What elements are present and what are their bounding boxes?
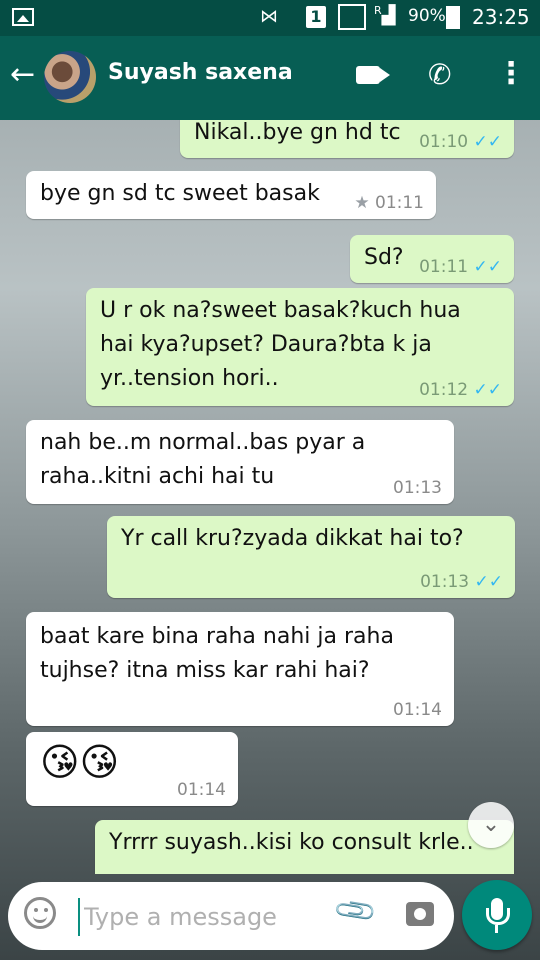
message-outgoing[interactable]: Yrrrr suyash..kisi ko consult krle..	[95, 820, 514, 874]
message-outgoing[interactable]: Nikal..bye gn hd tc 01:10 ✓✓	[180, 120, 514, 158]
mic-stem	[495, 925, 498, 933]
message-line: tujhse? itna miss kar rahi hai?	[40, 658, 370, 683]
chat-header: ← Suyash saxena ✆ ⋮	[0, 36, 540, 120]
voice-call-icon[interactable]: ✆	[428, 58, 451, 91]
message-time: 01:13	[420, 572, 470, 592]
message-outgoing[interactable]: Sd? 01:11 ✓✓	[350, 235, 514, 283]
message-text: bye gn sd tc sweet basak	[40, 181, 320, 206]
message-meta: 01:10 ✓✓	[419, 132, 502, 152]
message-time: 01:14	[393, 700, 442, 720]
message-text: Yrrrr suyash..kisi ko consult krle..	[109, 830, 474, 855]
message-time: 01:13	[393, 478, 442, 498]
chevron-down-icon: ⌄	[481, 812, 501, 837]
read-ticks-icon: ✓✓	[473, 132, 503, 152]
message-meta: 01:13	[393, 478, 442, 498]
message-outgoing[interactable]: U r ok na?sweet basak?kuch hua hai kya?u…	[86, 288, 514, 406]
signal-roaming-icon: R▟	[374, 4, 396, 26]
read-ticks-icon: ✓✓	[473, 257, 503, 277]
message-incoming[interactable]: bye gn sd tc sweet basak ★ 01:11	[26, 171, 436, 219]
avatar[interactable]	[44, 51, 96, 103]
signal-icon	[338, 4, 366, 30]
roaming-label: R	[374, 4, 382, 17]
vibrate-icon: ⋈	[260, 6, 278, 27]
attach-icon[interactable]: 📎	[331, 887, 379, 935]
message-line: hai kya?upset? Daura?bta k ja	[100, 332, 432, 357]
message-meta: 01:11 ✓✓	[419, 257, 502, 277]
message-meta: 01:14	[177, 780, 226, 800]
back-arrow-icon[interactable]: ←	[10, 60, 35, 90]
message-meta: 01:12 ✓✓	[419, 380, 502, 400]
clock: 23:25	[472, 5, 530, 29]
message-meta: ★ 01:11	[354, 193, 424, 213]
read-ticks-icon: ✓✓	[474, 572, 504, 592]
battery-percentage: 90%	[408, 6, 446, 26]
mic-stand	[486, 908, 510, 925]
message-meta: 01:13 ✓✓	[420, 572, 503, 592]
read-ticks-icon: ✓✓	[473, 380, 503, 400]
message-incoming[interactable]: 😘😘 01:14	[26, 732, 238, 806]
camera-icon[interactable]	[406, 902, 434, 926]
message-outgoing[interactable]: Yr call kru?zyada dikkat hai to? 01:13 ✓…	[107, 516, 515, 598]
message-text: Sd?	[364, 245, 404, 270]
message-text: Yr call kru?zyada dikkat hai to?	[121, 526, 464, 551]
message-line: U r ok na?sweet basak?kuch hua	[100, 298, 461, 323]
message-text: Nikal..bye gn hd tc	[194, 120, 401, 145]
kiss-emoji: 😘😘	[40, 740, 120, 784]
text-cursor	[78, 898, 80, 936]
message-line: raha..kitni achi hai tu	[40, 464, 275, 489]
scroll-to-bottom-button[interactable]: ⌄	[468, 802, 514, 848]
message-composer: 📎	[8, 882, 454, 950]
contact-name[interactable]: Suyash saxena	[108, 60, 293, 85]
message-incoming[interactable]: nah be..m normal..bas pyar a raha..kitni…	[26, 420, 454, 504]
status-bar: ⋈ 1 R▟ 90% 23:25	[0, 0, 540, 36]
message-time: 01:12	[419, 380, 469, 400]
message-meta: 01:14	[393, 700, 442, 720]
emoji-icon[interactable]	[24, 897, 56, 929]
message-time: 01:11	[419, 257, 469, 277]
message-time: 01:11	[375, 193, 424, 213]
message-input[interactable]	[82, 894, 326, 940]
battery-charging-icon	[446, 6, 460, 29]
star-icon: ★	[354, 193, 370, 213]
message-time: 01:10	[419, 132, 469, 152]
message-line: nah be..m normal..bas pyar a	[40, 430, 366, 455]
message-list[interactable]: Nikal..bye gn hd tc 01:10 ✓✓ bye gn sd t…	[0, 120, 540, 874]
message-time: 01:14	[177, 780, 226, 800]
more-menu-icon[interactable]: ⋮	[496, 56, 526, 91]
mic-button[interactable]	[462, 880, 532, 950]
video-call-icon[interactable]	[356, 66, 380, 84]
message-incoming[interactable]: baat kare bina raha nahi ja raha tujhse?…	[26, 612, 454, 726]
message-line: baat kare bina raha nahi ja raha	[40, 624, 394, 649]
sim-icon: 1	[306, 6, 326, 28]
image-icon	[12, 8, 34, 26]
